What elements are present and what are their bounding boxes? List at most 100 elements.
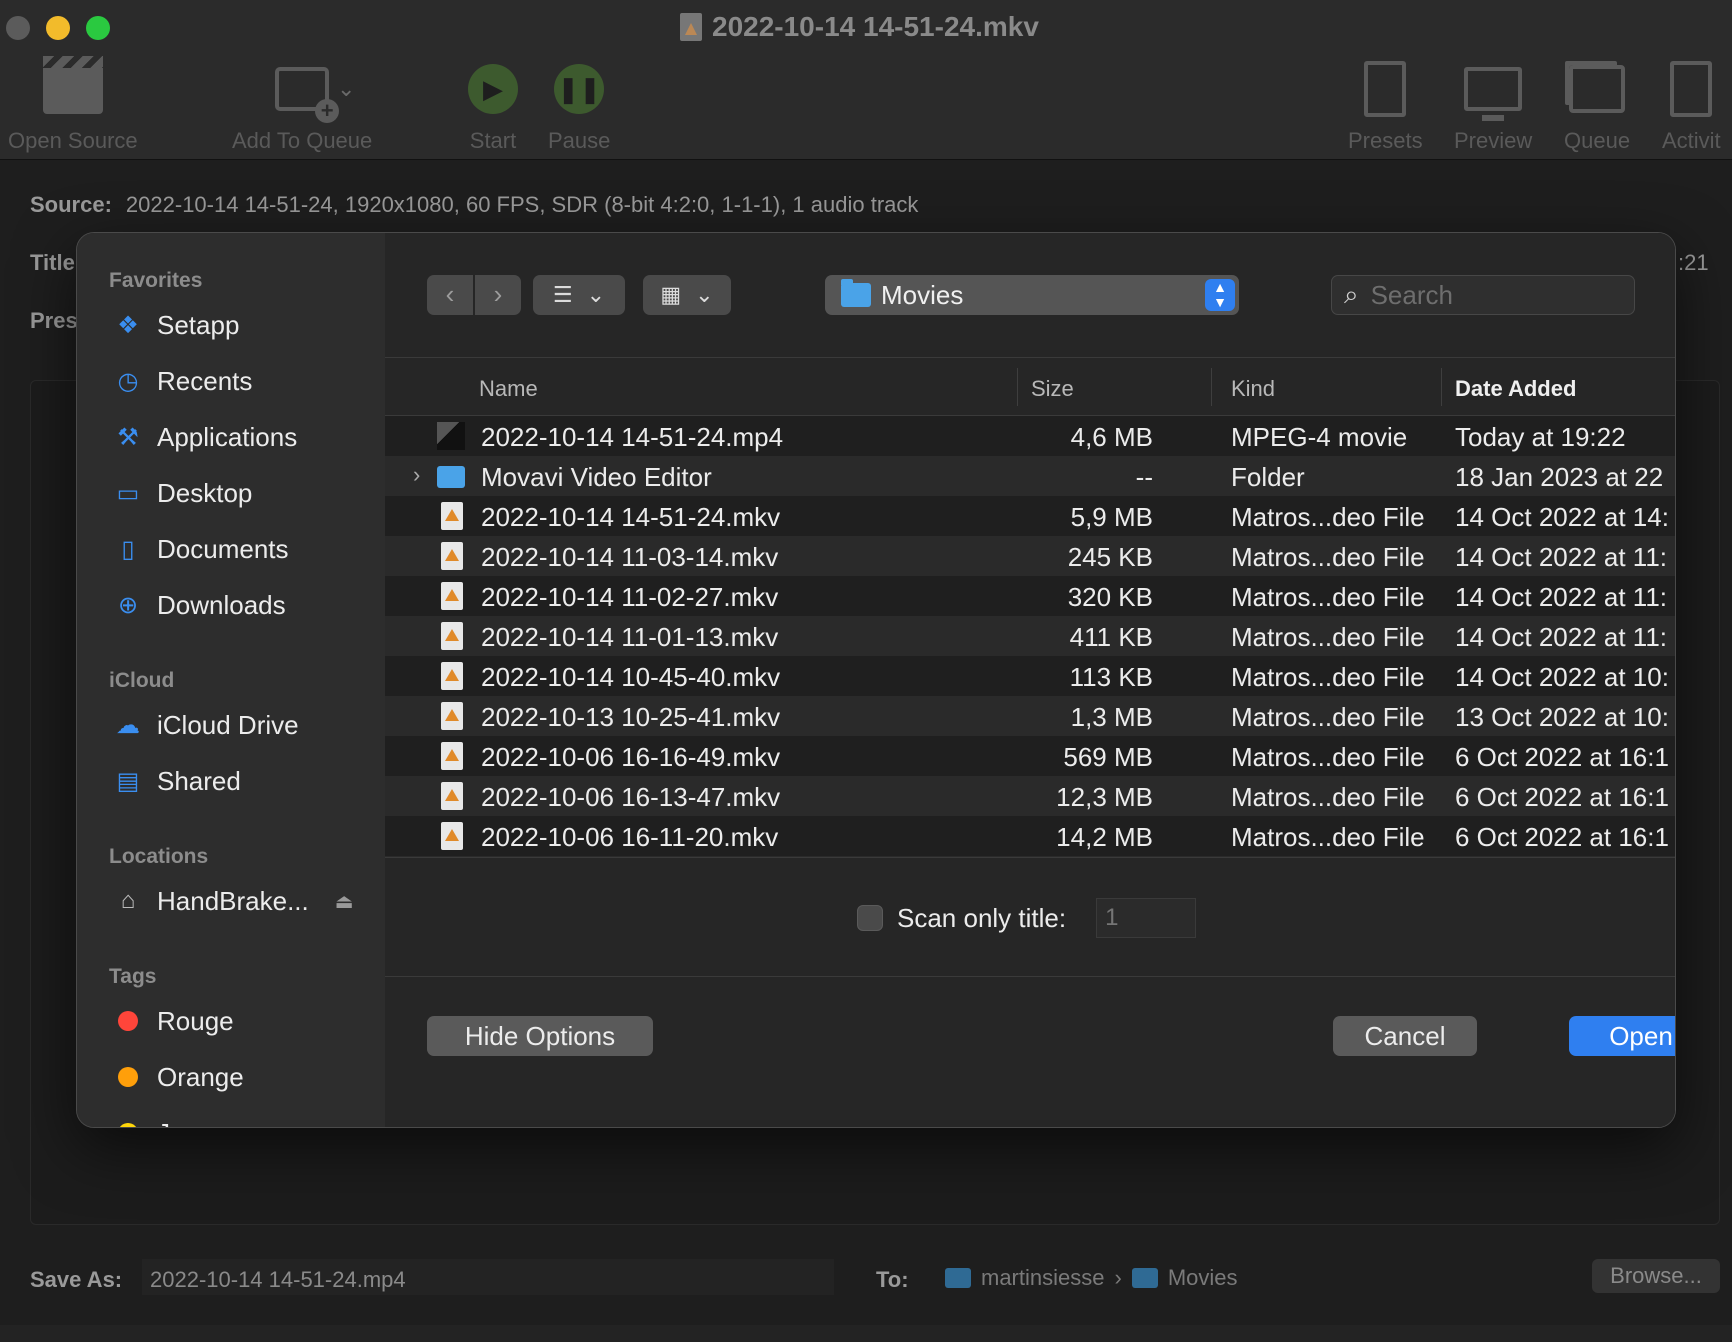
file-row[interactable]: 2022-10-14 14-51-24.mkv 5,9 MB Matros...de… <box>385 496 1675 536</box>
file-kind: Matros...deo File <box>1231 742 1425 772</box>
file-row[interactable]: 2022-10-14 14-51-24.mp4 4,6 MB MPEG-4 movi… <box>385 416 1675 456</box>
file-size: 113 KB <box>1069 662 1153 692</box>
file-size: 320 KB <box>1067 582 1153 612</box>
sidebar-tag-orange[interactable]: Orange <box>113 1057 244 1097</box>
movies-folder-icon <box>841 279 871 307</box>
column-header-date-added[interactable]: Date Added <box>1455 376 1576 402</box>
file-row[interactable]: 2022-10-06 16-13-47.mkv 12,3 MB Matros...d… <box>385 776 1675 816</box>
column-divider[interactable] <box>1017 368 1018 406</box>
file-row[interactable]: 2022-10-14 10-45-40.mkv 113 KB Matros...de… <box>385 656 1675 696</box>
window-titlebar: 2022-10-14 14-51-24.mkv Open Source Add … <box>0 0 1732 160</box>
sidebar-item-documents[interactable]: ▯ Documents <box>113 529 288 569</box>
file-row[interactable]: 2022-10-14 11-03-14.mkv 245 KB Matros...de… <box>385 536 1675 576</box>
sidebar-tag-rouge[interactable]: Rouge <box>113 1001 234 1041</box>
search-field[interactable]: ⌕ <box>1331 275 1635 315</box>
list-icon: ☰ <box>552 282 573 307</box>
folder-icon <box>1131 1268 1158 1288</box>
file-date-added: 6 Oct 2022 at 16:1 <box>1455 822 1669 852</box>
save-as-field[interactable]: 2022-10-14 14-51-24.mp4 <box>142 1259 834 1295</box>
forward-button[interactable]: › <box>475 275 521 315</box>
file-browser: ‹ › ☰⌄ ▦⌄ Movies ▲▼ ⌕ Name Size Kind <box>385 233 1675 1127</box>
location-label: Movies <box>881 279 964 310</box>
file-kind: MPEG-4 movie <box>1231 422 1408 452</box>
group-view-button[interactable]: ▦ ⌄ <box>643 275 731 315</box>
preview-label: Preview <box>1454 128 1533 153</box>
sidebar-item-icloud-drive[interactable]: ☁ iCloud Drive <box>113 705 299 745</box>
column-divider[interactable] <box>1441 368 1442 406</box>
browse-button[interactable]: Browse... <box>1592 1259 1720 1293</box>
list-view-button[interactable]: ☰ ⌄ <box>533 275 625 315</box>
scan-title-number-field[interactable] <box>1096 898 1197 938</box>
file-date-added: 14 Oct 2022 at 10: <box>1455 662 1669 692</box>
close-window-button[interactable] <box>6 16 30 40</box>
eject-icon[interactable]: ⏏ <box>335 889 354 914</box>
sidebar-item-label: Rouge <box>157 1005 234 1036</box>
file-name: Movavi Video Editor <box>481 462 712 492</box>
sidebar-item-handbrake-volume[interactable]: ⌂ HandBrake... ⏏ <box>113 881 354 921</box>
file-row[interactable]: 2022-10-06 16-16-49.mkv 569 MB Matros...de… <box>385 736 1675 776</box>
chevron-down-icon[interactable]: ⌄ <box>337 76 355 102</box>
sidebar-item-recents[interactable]: ◷ Recents <box>113 361 253 401</box>
scan-only-title-checkbox[interactable] <box>857 905 883 931</box>
open-source-button[interactable]: Open Source <box>8 56 138 154</box>
file-size: -- <box>1135 462 1153 492</box>
mkv-file-icon <box>441 582 463 610</box>
presets-button[interactable]: Presets <box>1348 58 1423 154</box>
chevron-right-icon: › <box>493 279 503 309</box>
duration-fragment: :21 <box>1678 250 1709 275</box>
open-source-label: Open Source <box>8 128 138 153</box>
file-row[interactable]: 2022-10-14 11-02-27.mkv 320 KB Matros...de… <box>385 576 1675 616</box>
minimize-window-button[interactable] <box>46 16 70 40</box>
destination-path[interactable]: martinsiesse › Movies <box>945 1265 1238 1291</box>
hide-options-button[interactable]: Hide Options <box>427 1016 653 1056</box>
column-header-size[interactable]: Size <box>1031 376 1074 402</box>
sidebar-item-label: HandBrake... <box>157 885 309 916</box>
file-row[interactable]: 2022-10-14 11-01-13.mkv 411 KB Matros...de… <box>385 616 1675 656</box>
chevron-left-icon: ‹ <box>445 279 455 309</box>
to-label: To: <box>876 1267 909 1292</box>
options-area: Scan only title: Hide Options Cancel Ope… <box>385 857 1675 1127</box>
sidebar-item-downloads[interactable]: ⊕ Downloads <box>113 585 286 625</box>
sidebar-item-label: Orange <box>157 1061 244 1092</box>
file-row[interactable]: 2022-10-13 10-25-41.mkv 1,3 MB Matros...de… <box>385 696 1675 736</box>
queue-button[interactable]: Queue <box>1564 58 1630 154</box>
sidebar-item-shared[interactable]: ▤ Shared <box>113 761 241 801</box>
column-divider[interactable] <box>1211 368 1212 406</box>
column-header-name[interactable]: Name <box>479 376 538 402</box>
sidebar-tag-jaune[interactable]: Jaune <box>113 1113 228 1127</box>
back-button[interactable]: ‹ <box>427 275 473 315</box>
file-row[interactable]: 2022-10-06 16-11-20.mkv 14,2 MB Matros...d… <box>385 816 1675 856</box>
mkv-file-icon <box>441 782 463 810</box>
cancel-button[interactable]: Cancel <box>1333 1016 1477 1056</box>
add-to-queue-button[interactable]: Add To Queue <box>232 58 372 154</box>
file-name: 2022-10-06 16-16-49.mkv <box>481 742 781 772</box>
zoom-window-button[interactable] <box>86 16 110 40</box>
disclosure-triangle-icon[interactable]: › <box>413 462 420 488</box>
pause-button[interactable]: ❚❚ Pause <box>548 58 610 154</box>
scan-only-title-label: Scan only title: <box>897 902 1067 933</box>
file-name: 2022-10-14 11-02-27.mkv <box>481 582 779 612</box>
divider <box>385 976 1675 977</box>
file-name: 2022-10-06 16-13-47.mkv <box>481 782 781 812</box>
queue-icon <box>1569 65 1626 113</box>
search-icon: ⌕ <box>1344 279 1359 309</box>
activity-button[interactable]: Activit <box>1662 58 1721 154</box>
column-header-kind[interactable]: Kind <box>1231 376 1275 402</box>
location-popup[interactable]: Movies ▲ ▼ <box>825 275 1239 315</box>
sidebar-item-applications[interactable]: ⚒ Applications <box>113 417 297 457</box>
sidebar-item-desktop[interactable]: ▭ Desktop <box>113 473 253 513</box>
favorites-section-title: Favorites <box>109 269 203 292</box>
file-size: 4,6 MB <box>1070 422 1153 452</box>
drive-icon: ⌂ <box>120 887 136 914</box>
search-input[interactable] <box>1370 279 1591 311</box>
start-button[interactable]: ▶ Start <box>468 58 518 154</box>
file-date-added: Today at 19:22 <box>1455 422 1626 452</box>
sidebar-item-setapp[interactable]: ❖ Setapp <box>113 305 239 345</box>
sidebar-item-label: Desktop <box>157 477 253 508</box>
file-name: 2022-10-14 11-03-14.mkv <box>481 542 779 572</box>
open-button[interactable]: Open <box>1569 1016 1675 1056</box>
preview-button[interactable]: Preview <box>1454 58 1532 154</box>
pause-icon: ❚❚ <box>554 64 605 114</box>
file-row[interactable]: › Movavi Video Editor -- Folder 18 Jan 2023 … <box>385 456 1675 496</box>
file-kind: Matros...deo File <box>1231 622 1425 652</box>
